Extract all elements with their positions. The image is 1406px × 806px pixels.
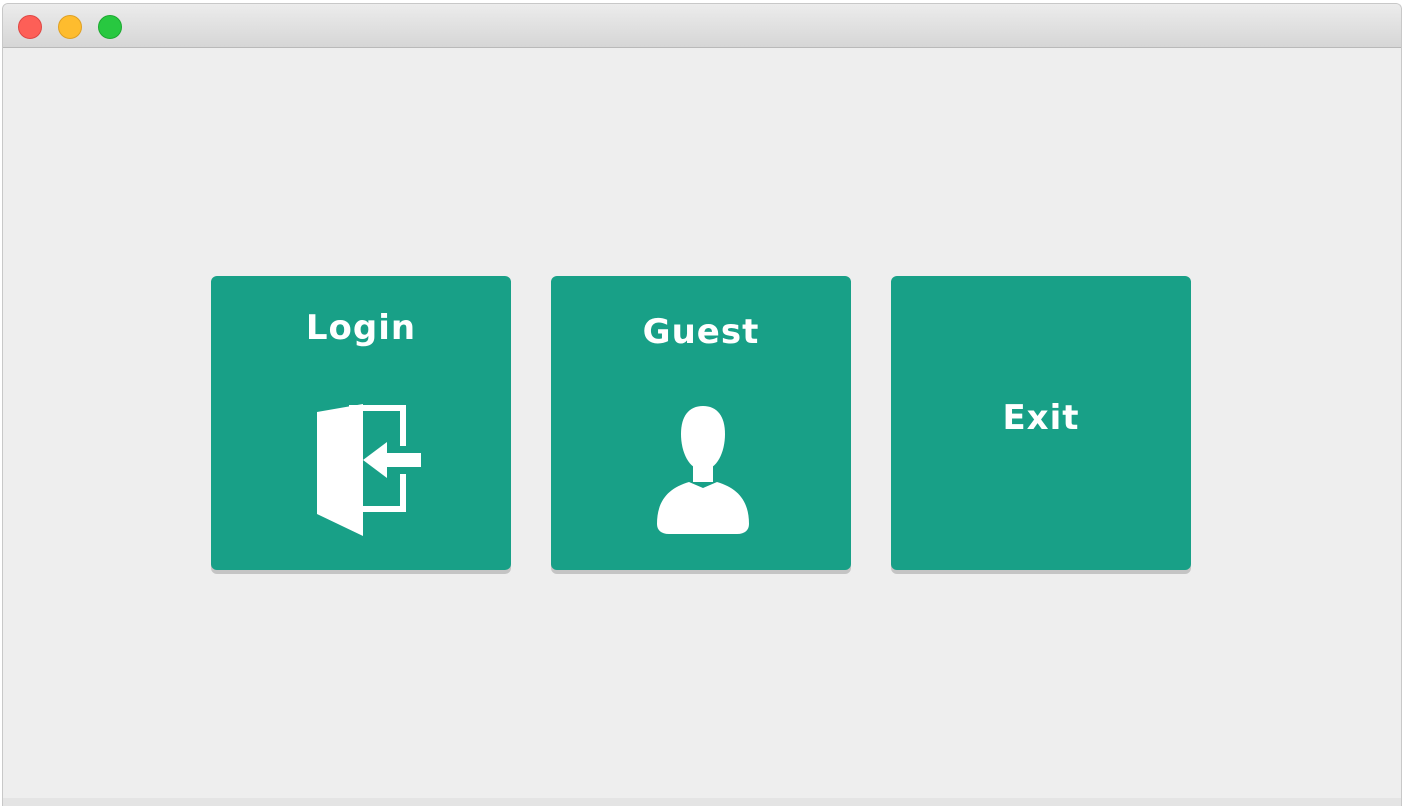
close-window-button[interactable] <box>18 15 42 39</box>
guest-label: Guest <box>642 312 760 352</box>
title-bar[interactable] <box>3 4 1401 48</box>
bottom-edge <box>3 798 1401 806</box>
zoom-window-button[interactable] <box>98 15 122 39</box>
minimize-window-button[interactable] <box>58 15 82 39</box>
login-label: Login <box>305 308 417 348</box>
user-silhouette-icon <box>657 406 749 534</box>
login-button[interactable]: Login <box>211 276 511 570</box>
guest-button[interactable]: Guest <box>551 276 851 570</box>
app-window: Login Guest Exit <box>2 3 1402 806</box>
login-door-icon <box>317 404 421 536</box>
exit-button[interactable]: Exit <box>891 276 1191 570</box>
exit-label: Exit <box>1002 398 1080 438</box>
